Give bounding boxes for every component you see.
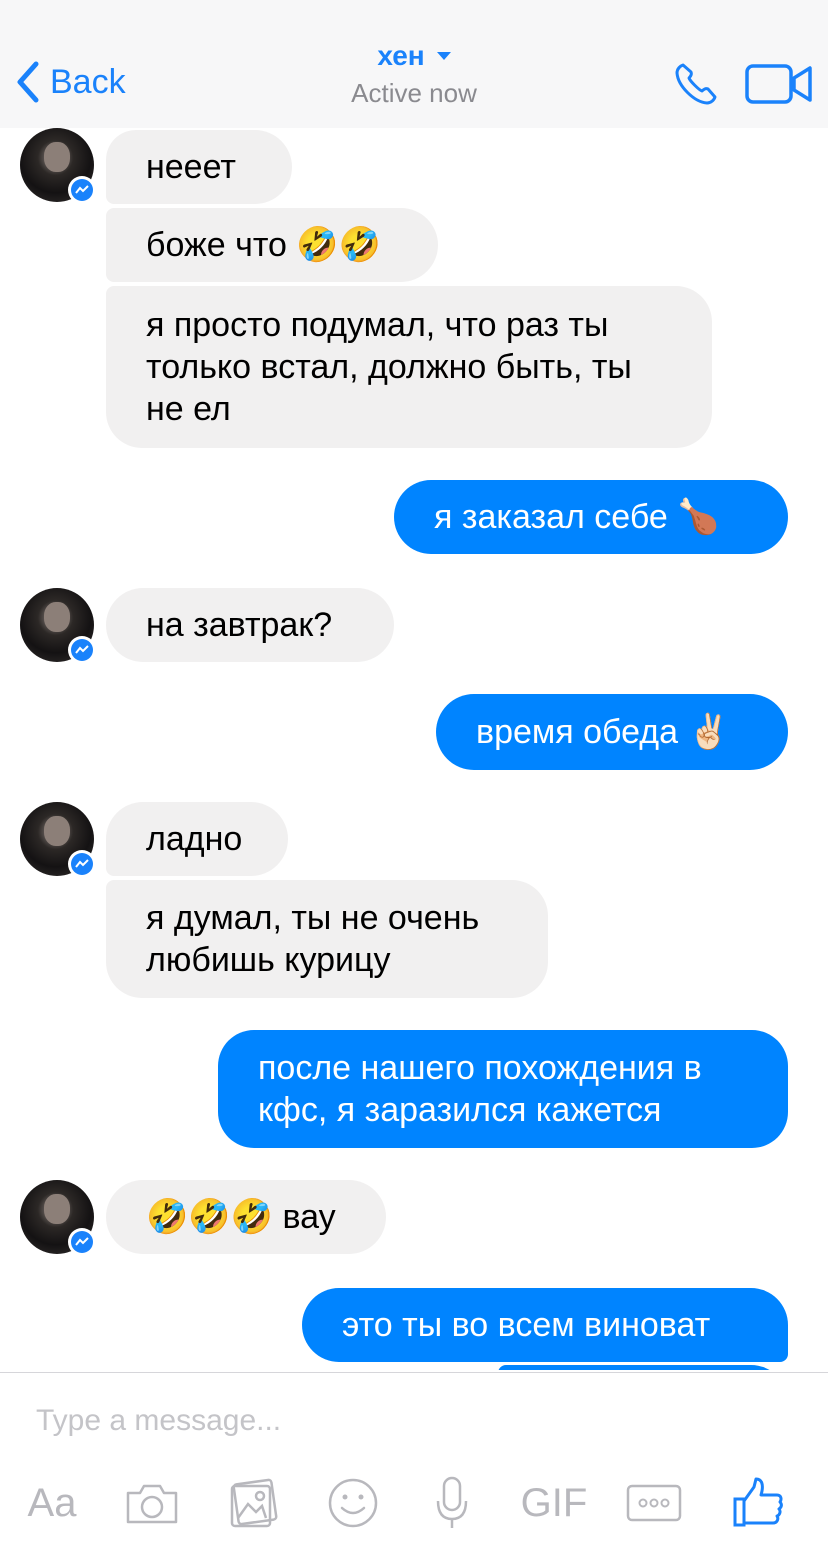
contact-status: Active now [351,78,477,108]
message-text: я просто подумал, что раз ты только вста… [146,306,632,428]
message-bubble-incoming[interactable]: боже что 🤣🤣 [106,208,438,282]
contact-avatar[interactable] [20,128,96,204]
message-bubble-incoming[interactable]: я думал, ты не очень любишь курицу [106,880,548,998]
camera-icon [126,1484,178,1524]
messenger-badge-icon [68,850,96,878]
contact-avatar[interactable] [20,588,96,664]
thumbs-up-icon [733,1477,783,1527]
like-button[interactable] [730,1471,786,1535]
phone-icon[interactable] [672,60,720,108]
microphone-icon [436,1476,468,1528]
text-format-button[interactable]: Aa [20,1471,84,1535]
message-text: боже что 🤣🤣 [146,226,382,264]
message-text: нееет [146,148,236,186]
message-text: я заказал себе 🍗 [434,498,720,536]
message-bubble-incoming[interactable]: я просто подумал, что раз ты только вста… [106,286,712,448]
message-list[interactable]: нееет боже что 🤣🤣 я просто подумал, что … [0,128,828,1370]
camera-button[interactable] [122,1471,182,1535]
photo-gallery-icon [230,1478,278,1528]
message-text: после нашего похождения в кфс, я заразил… [258,1049,702,1129]
message-input[interactable] [36,1393,796,1449]
contact-avatar[interactable] [20,802,96,878]
contact-name: хен [377,40,425,71]
gif-button[interactable]: GIF [518,1471,590,1535]
voice-button[interactable] [430,1471,474,1535]
gif-label: GIF [520,1480,588,1525]
chevron-down-icon [436,52,451,60]
composer: Aa [0,1372,828,1550]
text-format-label: Aa [27,1480,77,1525]
more-icon [626,1484,682,1522]
emoji-icon [328,1478,378,1528]
conversation-header: Back хен Active now [0,0,828,128]
message-text: я думал, ты не очень любишь курицу [146,899,480,979]
message-bubble-outgoing[interactable]: это ты во всем виноват [302,1288,788,1362]
message-text: это ты во всем виноват [342,1306,711,1344]
video-camera-icon[interactable] [744,62,814,106]
message-bubble-incoming[interactable]: ладно [106,802,288,876]
emoji-button[interactable] [324,1471,382,1535]
back-button[interactable]: Back [14,60,126,104]
message-bubble-outgoing[interactable]: я заказал себе 🍗 [394,480,788,554]
back-label: Back [50,63,126,101]
message-bubble-incoming[interactable]: на завтрак? [106,588,394,662]
messenger-badge-icon [68,176,96,204]
message-text: ладно [146,820,243,858]
message-text: время обеда ✌🏻 [476,713,730,751]
messenger-badge-icon [68,1228,96,1256]
back-chevron-icon [17,61,39,103]
message-bubble-incoming[interactable]: 🤣🤣🤣 вау [106,1180,386,1254]
composer-toolbar: Aa GIF [0,1471,828,1535]
message-bubble-outgoing[interactable]: время обеда ✌🏻 [436,694,788,770]
message-bubble-incoming[interactable]: нееет [106,130,292,204]
more-button[interactable] [624,1471,684,1535]
message-bubble-outgoing[interactable]: после нашего похождения в кфс, я заразил… [218,1030,788,1148]
messenger-badge-icon [68,636,96,664]
contact-avatar[interactable] [20,1180,96,1256]
message-bubble-outgoing-partial[interactable] [498,1365,788,1370]
message-text: на завтрак? [146,606,333,644]
photo-gallery-button[interactable] [224,1471,282,1535]
message-text: 🤣🤣🤣 вау [146,1198,336,1236]
contact-title[interactable]: хен Active now [264,40,564,109]
